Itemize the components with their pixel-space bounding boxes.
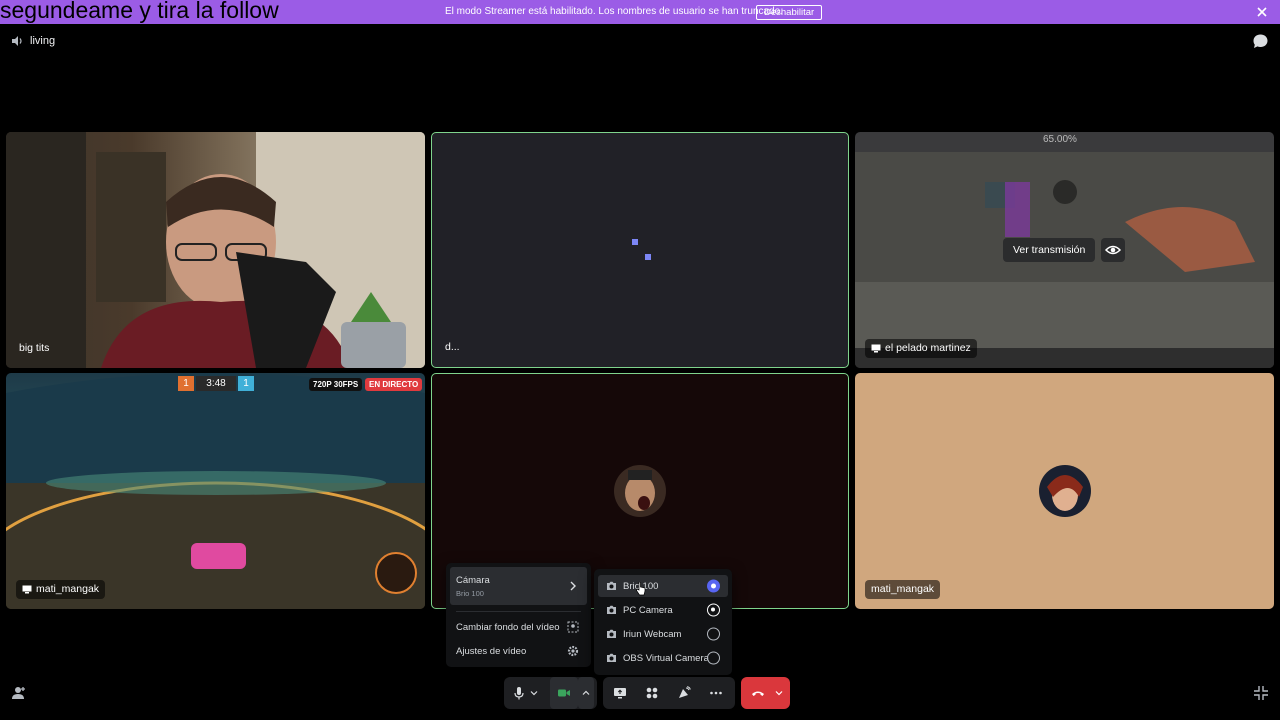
share-screen-button[interactable] xyxy=(605,677,635,709)
gear-icon xyxy=(567,645,579,657)
chevron-down-icon xyxy=(775,691,783,696)
camera-option[interactable]: Iriun Webcam xyxy=(598,623,728,645)
camera-toggle-button[interactable] xyxy=(550,677,578,709)
view-stream-button[interactable]: Ver transmisión xyxy=(1003,238,1096,262)
mouse-cursor-icon xyxy=(636,582,646,596)
chat-bubble-icon[interactable] xyxy=(1252,33,1269,50)
stream-tile[interactable]: 65.00% Ver transmisión el pelado martine… xyxy=(855,132,1274,368)
disconnect-options-button[interactable] xyxy=(771,677,787,709)
participant-tile[interactable]: d... xyxy=(431,132,849,368)
more-dots-icon xyxy=(710,691,722,695)
stream-preview-toggle[interactable] xyxy=(1101,238,1125,262)
team-orange-score: 1 xyxy=(238,376,254,391)
loading-indicator xyxy=(632,239,651,260)
more-options-button[interactable] xyxy=(701,677,731,709)
microphone-icon xyxy=(514,687,524,700)
activities-icon xyxy=(646,687,658,699)
background-effect-icon xyxy=(567,621,579,633)
menu-divider xyxy=(456,611,581,612)
invite-user-icon[interactable] xyxy=(11,685,27,701)
camera-option-label: PC Camera xyxy=(623,604,673,616)
soundboard-button[interactable] xyxy=(669,677,699,709)
disable-streamer-mode-button[interactable]: Deshabilitar xyxy=(756,5,823,20)
participant-name: d... xyxy=(445,341,460,353)
camera-option[interactable]: OBS Virtual Camera xyxy=(598,647,728,669)
camera-select-menu: Brio 100 PC Camera Iriun Webcam OBS Virt… xyxy=(594,569,732,675)
participant-name: mati_mangak xyxy=(16,580,106,599)
video-options-menu: Cámara Brio 100 Cambiar fondo del vídeo … xyxy=(446,563,591,667)
camera-option-label: OBS Virtual Camera xyxy=(623,652,709,664)
radio-selected[interactable] xyxy=(707,579,720,593)
eye-icon xyxy=(1104,245,1122,255)
participant-name-text: mati_mangak xyxy=(36,583,100,595)
chevron-down-icon xyxy=(530,691,538,696)
avatar xyxy=(614,465,666,517)
camera-option-label: Iriun Webcam xyxy=(623,628,682,640)
screen-share-icon xyxy=(871,344,881,353)
chevron-up-icon xyxy=(582,690,590,695)
participant-name: big tits xyxy=(19,342,50,354)
match-timer: 3:48 xyxy=(196,376,236,391)
camera-icon xyxy=(607,629,616,638)
participant-tile[interactable]: mati_mangak xyxy=(855,373,1274,609)
team-blue-score: 1 xyxy=(178,376,194,391)
screen-share-icon xyxy=(22,585,32,594)
video-settings-label: Ajustes de vídeo xyxy=(456,645,527,657)
disconnect-controls xyxy=(741,677,790,709)
radio-button[interactable] xyxy=(707,627,720,641)
audio-options-button[interactable] xyxy=(526,677,542,709)
activities-button[interactable] xyxy=(637,677,667,709)
screen-share-icon xyxy=(614,688,626,699)
participant-name: mati_mangak xyxy=(865,580,941,599)
banner-message: El modo Streamer está habilitado. Los no… xyxy=(445,6,783,17)
video-camera-icon xyxy=(558,689,570,697)
voice-channel-name: living xyxy=(30,35,56,47)
disconnect-button[interactable] xyxy=(743,677,773,709)
video-options-button[interactable] xyxy=(578,677,594,709)
exit-fullscreen-icon[interactable] xyxy=(1253,685,1269,701)
chevron-right-icon xyxy=(570,581,576,591)
audio-video-controls xyxy=(504,677,597,709)
close-icon[interactable] xyxy=(1254,4,1270,20)
radio-button[interactable] xyxy=(707,603,720,617)
avatar xyxy=(1038,465,1091,517)
stream-overlay-title: segundeame y tira la follow xyxy=(0,0,279,23)
soundboard-icon xyxy=(679,686,691,698)
camera-option[interactable]: PC Camera xyxy=(598,599,728,621)
change-background-label: Cambiar fondo del vídeo xyxy=(456,621,560,633)
camera-icon xyxy=(607,581,616,590)
stream-preview xyxy=(6,373,425,609)
game-progress-text: 65.00% xyxy=(1043,134,1077,145)
video-settings-item[interactable]: Ajustes de vídeo xyxy=(450,639,587,663)
speaker-icon xyxy=(12,36,22,46)
participant-name: el pelado martinez xyxy=(865,339,977,358)
radio-button[interactable] xyxy=(707,651,720,665)
stream-quality-badge: 720P 30FPS xyxy=(309,378,363,391)
participant-name-text: el pelado martinez xyxy=(885,342,971,354)
activity-controls xyxy=(603,677,735,709)
live-badge: EN DIRECTO xyxy=(365,378,423,391)
change-background-item[interactable]: Cambiar fondo del vídeo xyxy=(450,615,587,639)
camera-icon xyxy=(607,653,616,662)
camera-feed xyxy=(6,132,425,368)
stream-tile[interactable]: 1 3:48 1 720P 30FPS EN DIRECTO mati_mang… xyxy=(6,373,425,609)
camera-option[interactable]: Brio 100 xyxy=(598,575,728,597)
camera-icon xyxy=(607,605,616,614)
camera-menu-item[interactable]: Cámara Brio 100 xyxy=(450,567,587,605)
participant-tile[interactable]: big tits xyxy=(6,132,425,368)
hang-up-icon xyxy=(752,691,764,696)
